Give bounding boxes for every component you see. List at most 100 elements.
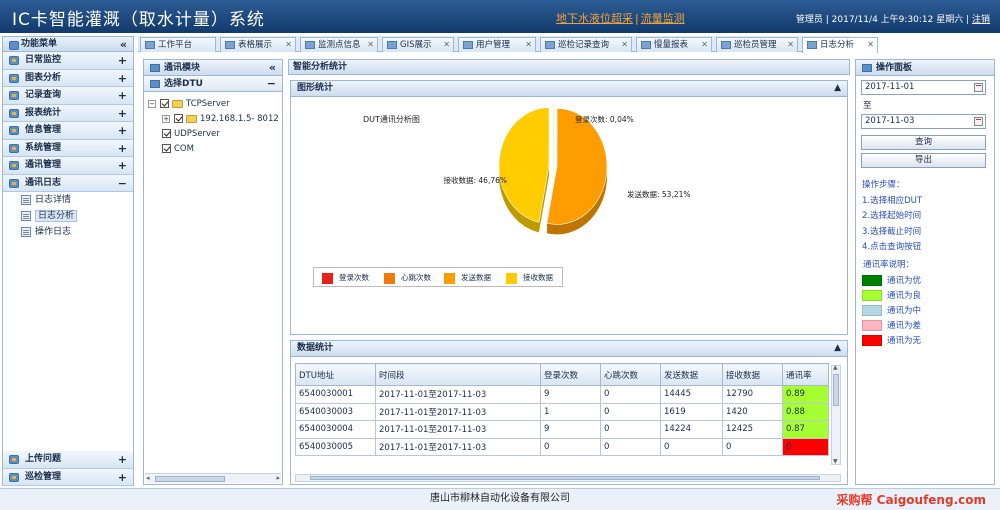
menu-item-info-manage[interactable]: 信息管理 + bbox=[3, 122, 133, 140]
menu-item-chart-analysis[interactable]: 图表分析 + bbox=[3, 69, 133, 87]
tab-icon bbox=[305, 41, 315, 49]
collapse-dtu-icon[interactable]: − bbox=[267, 76, 276, 92]
tab-monitor-point[interactable]: 监测点信息 ✕ bbox=[300, 37, 378, 52]
logout-link[interactable]: 注销 bbox=[972, 15, 990, 25]
close-icon[interactable]: ✕ bbox=[701, 38, 708, 52]
checkbox[interactable] bbox=[162, 129, 171, 138]
calendar-icon[interactable] bbox=[974, 117, 983, 126]
collapse-chart-icon[interactable]: ▲ bbox=[834, 81, 841, 96]
rate-title: 通讯率说明： bbox=[863, 260, 915, 270]
expand-icon[interactable]: + bbox=[118, 157, 127, 174]
close-icon[interactable]: ✕ bbox=[525, 38, 532, 52]
expand-icon[interactable]: + bbox=[118, 469, 127, 486]
tree-expand-icon[interactable]: + bbox=[162, 114, 170, 123]
table-horizontal-scrollbar[interactable] bbox=[295, 474, 841, 482]
menu-item-report-stats[interactable]: 报表统计 + bbox=[3, 104, 133, 122]
collapse-menu-icon[interactable]: « bbox=[120, 37, 127, 52]
rate-legend-good: 通讯为良 bbox=[862, 289, 921, 302]
tab-patrol-record[interactable]: 巡检记录查询 ✕ bbox=[540, 37, 632, 52]
legend-item-heartbeat[interactable]: 心跳次数 bbox=[384, 272, 431, 284]
expand-icon[interactable]: + bbox=[118, 122, 127, 139]
expand-icon[interactable]: + bbox=[118, 105, 127, 122]
menu-item-comm-log[interactable]: 通讯日志 − bbox=[3, 174, 133, 192]
checkbox[interactable] bbox=[162, 144, 171, 153]
tree-horizontal-scrollbar[interactable]: ◂ ▸ bbox=[145, 473, 281, 483]
col-heartbeat-count[interactable]: 心跳次数 bbox=[600, 363, 661, 386]
table-row[interactable]: 6540030003 2017-11-01至2017-11-03 1 0 1619 142… bbox=[295, 402, 829, 421]
table-row[interactable]: 6540030004 2017-11-01至2017-11-03 9 0 14224 12… bbox=[295, 420, 829, 439]
folder-icon bbox=[186, 114, 197, 123]
submenu-log-analysis[interactable]: 日志分析 bbox=[3, 208, 133, 224]
tab-icon bbox=[545, 41, 555, 49]
water-level-link[interactable]: 地下水液位超采 bbox=[556, 12, 633, 25]
close-icon[interactable]: ✕ bbox=[787, 38, 794, 52]
scroll-up-icon[interactable]: ▲ bbox=[833, 364, 838, 371]
col-dtu-address[interactable]: DTU地址 bbox=[295, 363, 376, 386]
scroll-right-icon[interactable]: ▸ bbox=[276, 474, 280, 482]
tab-icon bbox=[641, 41, 651, 49]
menu-item-system-manage[interactable]: 系统管理 + bbox=[3, 139, 133, 157]
expand-icon[interactable]: + bbox=[118, 70, 127, 87]
menu-item-patrol-manage[interactable]: 巡检管理 + bbox=[3, 468, 133, 486]
tab-gis[interactable]: GIS展示 ✕ bbox=[382, 37, 454, 52]
tree-node-com[interactable]: COM bbox=[162, 142, 194, 156]
col-send-data[interactable]: 发送数据 bbox=[660, 363, 723, 386]
tab-log-analysis[interactable]: 日志分析 ✕ bbox=[802, 37, 878, 53]
collapse-data-icon[interactable]: ▲ bbox=[834, 341, 841, 356]
steps-list: 操作步骤： 1.选择相应DUT 2.选择起始时间 3.选择截止时间 4.点击查询… bbox=[862, 178, 922, 256]
scroll-left-icon[interactable]: ◂ bbox=[146, 474, 150, 482]
scroll-thumb[interactable] bbox=[310, 476, 820, 480]
tree-node-ip[interactable]: +192.168.1.5- 8012 bbox=[162, 112, 279, 126]
menu-item-daily-monitor[interactable]: 日常监控 + bbox=[3, 52, 133, 70]
checkbox[interactable] bbox=[160, 99, 169, 108]
submenu-log-detail[interactable]: 日志详情 bbox=[3, 192, 133, 208]
expand-icon[interactable]: + bbox=[118, 52, 127, 69]
start-date-input[interactable]: 2017-11-01 bbox=[861, 80, 986, 95]
tab-slow-report[interactable]: 慢量报表 ✕ bbox=[636, 37, 712, 52]
menu-item-comm-manage[interactable]: 通讯管理 + bbox=[3, 157, 133, 175]
menu-item-upload-issue[interactable]: 上传问题 + bbox=[3, 451, 133, 469]
col-comm-rate[interactable]: 通讯率 bbox=[782, 363, 829, 386]
col-login-count[interactable]: 登录次数 bbox=[540, 363, 601, 386]
collapse-panel-icon[interactable]: « bbox=[269, 60, 276, 76]
expand-icon[interactable]: + bbox=[118, 451, 127, 468]
tab-table-display[interactable]: 表格展示 ✕ bbox=[220, 37, 296, 52]
expand-icon[interactable]: + bbox=[118, 140, 127, 157]
legend-swatch bbox=[384, 272, 395, 284]
menu-item-record-query[interactable]: 记录查询 + bbox=[3, 87, 133, 105]
close-icon[interactable]: ✕ bbox=[443, 38, 450, 52]
tree-node-udpserver[interactable]: UDPServer bbox=[162, 127, 220, 141]
expand-icon[interactable]: + bbox=[118, 87, 127, 104]
tab-user-manage[interactable]: 用户管理 ✕ bbox=[458, 37, 536, 52]
close-icon[interactable]: ✕ bbox=[367, 38, 374, 52]
col-time-range[interactable]: 时间段 bbox=[375, 363, 541, 386]
col-receive-data[interactable]: 接收数据 bbox=[722, 363, 783, 386]
calendar-icon[interactable] bbox=[974, 83, 983, 92]
end-date-input[interactable]: 2017-11-03 bbox=[861, 114, 986, 129]
close-icon[interactable]: ✕ bbox=[285, 38, 292, 52]
scroll-down-icon[interactable]: ▼ bbox=[833, 458, 838, 465]
table-row[interactable]: 6540030001 2017-11-01至2017-11-03 9 0 14445 12… bbox=[295, 385, 829, 404]
query-button[interactable]: 查询 bbox=[861, 135, 986, 150]
table-vertical-scrollbar[interactable]: ▲ ▼ bbox=[831, 364, 841, 465]
legend-item-send[interactable]: 发送数据 bbox=[444, 272, 491, 284]
table-row[interactable]: 6540030005 2017-11-01至2017-11-03 0 0 0 0 0 bbox=[295, 437, 829, 456]
scroll-thumb[interactable] bbox=[155, 476, 225, 482]
scroll-thumb[interactable] bbox=[833, 374, 839, 406]
export-button[interactable]: 导出 bbox=[861, 153, 986, 168]
close-icon[interactable]: ✕ bbox=[867, 38, 874, 52]
collapse-icon[interactable]: − bbox=[118, 175, 127, 192]
chart-legend: 登录次数 心跳次数 发送数据 接收数据 bbox=[313, 267, 563, 287]
checkbox[interactable] bbox=[174, 114, 183, 123]
legend-item-receive[interactable]: 接收数据 bbox=[506, 272, 553, 284]
submenu-operation-log[interactable]: 操作日志 bbox=[3, 224, 133, 240]
flow-monitor-link[interactable]: 流量监测 bbox=[641, 12, 685, 25]
legend-item-login[interactable]: 登录次数 bbox=[322, 272, 369, 284]
tree-collapse-icon[interactable]: − bbox=[148, 99, 156, 108]
tab-inspector-manage[interactable]: 巡检员管理 ✕ bbox=[716, 37, 798, 52]
tree-node-tcpserver[interactable]: − TCPServer bbox=[148, 97, 230, 111]
color-swatch bbox=[862, 305, 882, 316]
close-icon[interactable]: ✕ bbox=[621, 38, 628, 52]
folder-icon bbox=[9, 91, 19, 100]
tab-work-platform[interactable]: 工作平台 bbox=[140, 37, 216, 52]
